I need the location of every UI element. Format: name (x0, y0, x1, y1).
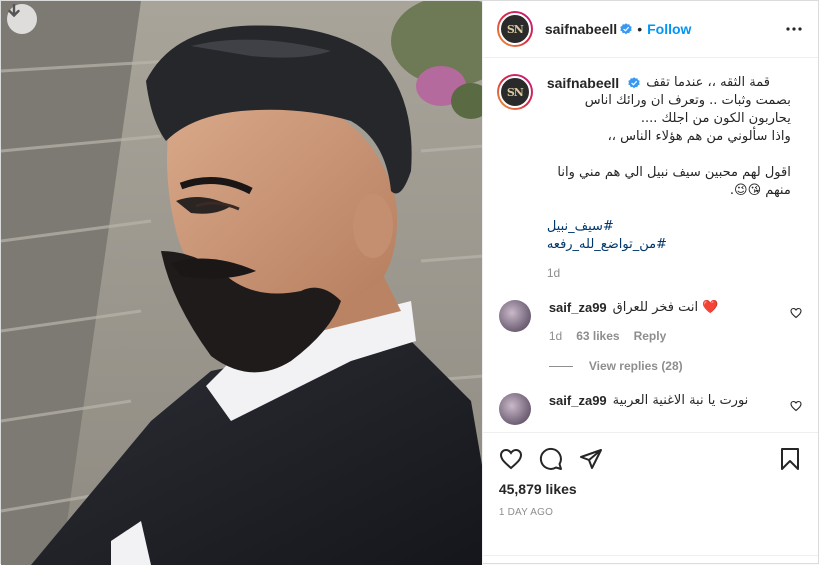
verified-badge-icon (620, 23, 632, 35)
author-username[interactable]: saifnabeell (545, 21, 617, 37)
post-actions-section: 45,879 likes 1 DAY AGO (482, 432, 818, 565)
follow-button[interactable]: Follow (647, 21, 691, 37)
comment-item: saif_za99 نورت يا نبة الاغنية العربية (497, 393, 802, 425)
view-replies-label: View replies (28) (588, 359, 683, 373)
comment-timestamp[interactable]: 1d (549, 329, 562, 343)
caption-line-1: قمة الثقه ،، عندما تقف (646, 75, 770, 90)
reply-button[interactable]: Reply (634, 329, 667, 343)
share-icon[interactable] (579, 447, 603, 471)
comments-section[interactable]: SN saifnabeell قمة الثقه ،، عندما تقف بص… (483, 58, 818, 432)
caption-line-2: بصمت وثبات .. وتعرف ان ورائك اناس (584, 93, 791, 108)
comment-item: saif_za99 انت فخر للعراق ❤️ 1d 63 likes … (497, 300, 802, 343)
comment-likes-count[interactable]: 63 likes (576, 329, 619, 343)
hashtag-link[interactable]: #سيف_نبيل (547, 218, 791, 236)
avatar[interactable]: SN (496, 11, 533, 47)
comment-icon[interactable] (539, 447, 563, 471)
commenter-username[interactable]: saif_za99 (549, 393, 607, 408)
caption-line-6: منهم 😘😉. (729, 183, 791, 198)
commenter-avatar[interactable] (498, 393, 531, 425)
post-side-panel: SN saifnabeell • Follow SN saifnabeell ق… (481, 1, 818, 565)
caption-text: بصمت وثبات .. وتعرف ان ورائك اناس يحاربو… (547, 92, 791, 254)
post-modal: SN saifnabeell • Follow SN saifnabeell ق… (0, 0, 819, 565)
commenter-avatar[interactable] (498, 300, 531, 332)
avatar-logo: SN (506, 22, 524, 36)
comment-like-button[interactable] (790, 399, 802, 415)
comment-text: انت فخر للعراق ❤️ (612, 300, 719, 315)
post-header: SN saifnabeell • Follow (482, 1, 818, 58)
more-options-icon (786, 27, 802, 31)
post-date[interactable]: 1 DAY AGO (499, 507, 802, 518)
comment-text: نورت يا نبة الاغنية العربية (612, 393, 749, 408)
replies-line (548, 365, 573, 367)
bookmark-icon[interactable] (778, 447, 802, 471)
heart-icon[interactable] (499, 447, 523, 471)
verified-badge-icon (628, 77, 640, 89)
caption-line-4: واذا سألوني من هم هؤلاء الناس ،، (607, 129, 791, 144)
caption-line-5: اقول لهم محبين سيف نبيل الي هم مني وانا (557, 165, 791, 180)
portrait-image (1, 1, 482, 565)
caption-avatar-logo: SN (506, 85, 524, 99)
separator-dot: • (637, 21, 643, 37)
heart-icon (790, 307, 802, 319)
hashtag-link[interactable]: #من_تواضع_لله_رفعه (547, 236, 791, 254)
caption-line-3: يحاربون الكون من اجلك .... (640, 111, 791, 126)
caption-username[interactable]: saifnabeell (547, 74, 619, 92)
comment-like-button[interactable] (790, 306, 802, 322)
heart-icon (790, 400, 802, 412)
download-button[interactable] (7, 4, 37, 34)
more-options-button[interactable] (786, 27, 802, 31)
view-replies-button[interactable]: View replies (28) (548, 359, 802, 373)
download-icon (8, 4, 20, 18)
action-bar (499, 433, 802, 485)
commenter-username[interactable]: saif_za99 (549, 300, 607, 315)
post-photo[interactable] (1, 1, 482, 565)
caption-timestamp[interactable]: 1d (547, 264, 791, 282)
likes-count[interactable]: 45,879 likes (499, 481, 802, 497)
caption: SN saifnabeell قمة الثقه ،، عندما تقف بص… (496, 74, 802, 282)
caption-avatar[interactable]: SN (496, 74, 533, 110)
